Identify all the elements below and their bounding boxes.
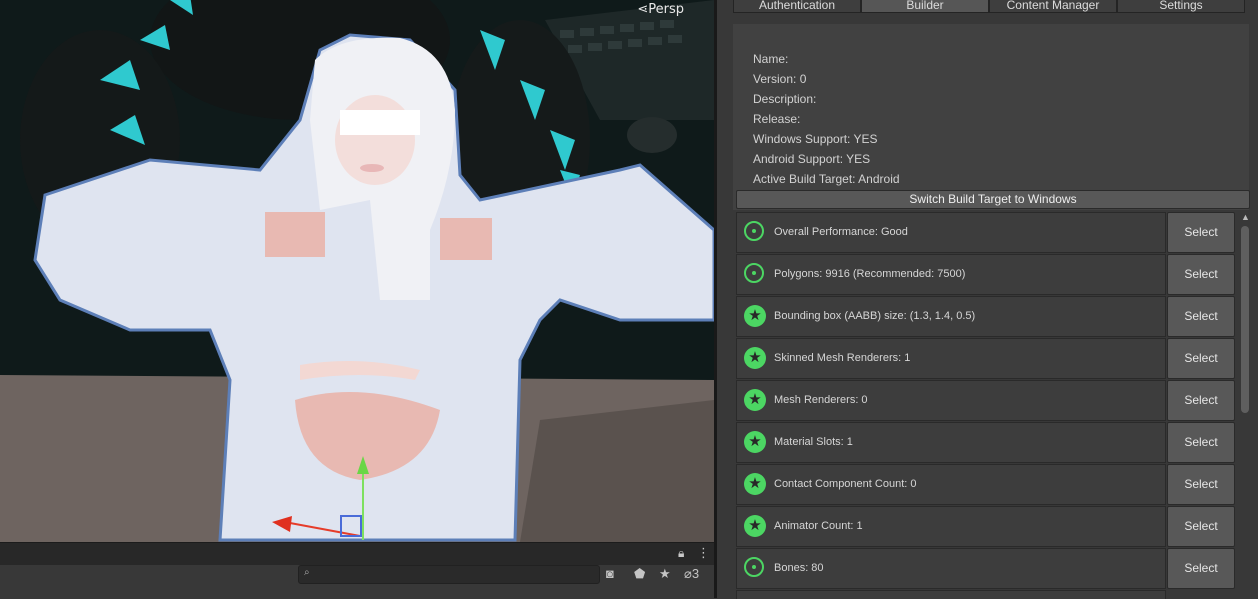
switch-build-target-button[interactable]: Switch Build Target to Windows bbox=[736, 190, 1250, 209]
performance-row: Polygons: 9916 (Recommended: 7500) bbox=[736, 254, 1166, 295]
info-name: Name: bbox=[753, 52, 789, 66]
scene-render bbox=[0, 0, 714, 542]
sdk-control-panel: Authentication Builder Content Manager S… bbox=[717, 0, 1258, 599]
avatar-info-box: Name: Version: 0 Description: Release: W… bbox=[733, 24, 1249, 210]
good-ring-icon bbox=[744, 557, 764, 577]
hierarchy-search[interactable]: ⌕ bbox=[298, 565, 600, 584]
hierarchy-toolbar: 🔒︎ ⋮ bbox=[0, 542, 714, 565]
performance-row-label: Bones: 80 bbox=[774, 562, 824, 574]
scene-view[interactable]: ⋖Persp bbox=[0, 0, 714, 542]
star-icon: ★ bbox=[744, 473, 766, 495]
tab-authentication[interactable]: Authentication bbox=[733, 0, 861, 13]
lock-icon[interactable]: 🔒︎ bbox=[678, 546, 684, 561]
projection-label[interactable]: ⋖Persp bbox=[637, 2, 684, 17]
eye-slash-icon: ⌀ bbox=[684, 566, 692, 581]
favorite-star-icon[interactable]: ★ bbox=[659, 566, 671, 582]
hidden-count: 3 bbox=[691, 566, 700, 581]
performance-row: Bones: 80 bbox=[736, 548, 1166, 589]
performance-row: ★ Mesh Renderers: 0 bbox=[736, 380, 1166, 421]
scroll-up-arrow-icon[interactable]: ▲ bbox=[1241, 212, 1250, 222]
performance-row-label: Animator Count: 1 bbox=[774, 520, 863, 532]
tab-content-manager[interactable]: Content Manager bbox=[989, 0, 1117, 13]
select-button[interactable]: Select bbox=[1167, 548, 1235, 589]
select-button[interactable]: Select bbox=[1167, 212, 1235, 253]
performance-row-label: Contact Component Count: 0 bbox=[774, 478, 917, 490]
rows-scrollbar[interactable]: ▲ bbox=[1238, 212, 1252, 598]
select-button[interactable]: Select bbox=[1167, 506, 1235, 547]
tab-bar: Authentication Builder Content Manager S… bbox=[733, 0, 1245, 13]
select-button[interactable]: Select bbox=[1167, 380, 1235, 421]
performance-row: ★ Material Slots: 1 bbox=[736, 422, 1166, 463]
tab-builder[interactable]: Builder bbox=[861, 0, 989, 13]
label-tag-icon[interactable]: ⬟ bbox=[634, 566, 645, 582]
info-description: Description: bbox=[753, 92, 817, 106]
performance-row-label: Overall Performance: Good bbox=[774, 226, 908, 238]
good-ring-icon bbox=[744, 263, 764, 283]
tab-settings[interactable]: Settings bbox=[1117, 0, 1245, 13]
good-ring-icon bbox=[744, 221, 764, 241]
star-icon: ★ bbox=[744, 347, 766, 369]
filter-by-type-icon[interactable]: ◙ bbox=[606, 566, 614, 581]
hidden-objects-toggle[interactable]: ⌀3 bbox=[684, 566, 699, 582]
performance-row-label: Material Slots: 1 bbox=[774, 436, 853, 448]
scrollbar-thumb[interactable] bbox=[1241, 226, 1249, 413]
select-button[interactable]: Select bbox=[1167, 422, 1235, 463]
star-icon: ★ bbox=[744, 431, 766, 453]
kebab-menu-icon[interactable]: ⋮ bbox=[697, 545, 710, 561]
info-android-support: Android Support: YES bbox=[753, 152, 871, 166]
star-icon: ★ bbox=[744, 389, 766, 411]
info-release: Release: bbox=[753, 112, 801, 126]
star-icon: ★ bbox=[744, 515, 766, 537]
info-active-build-target: Active Build Target: Android bbox=[753, 172, 900, 186]
search-icon: ⌕ bbox=[304, 567, 310, 578]
select-button[interactable]: Select bbox=[1167, 338, 1235, 379]
performance-row: ★ Animator Count: 1 bbox=[736, 506, 1166, 547]
performance-row: ★ Skinned Mesh Renderers: 1 bbox=[736, 338, 1166, 379]
select-button[interactable]: Select bbox=[1167, 254, 1235, 295]
info-version: Version: 0 bbox=[753, 72, 807, 86]
select-button[interactable]: Select bbox=[1167, 296, 1235, 337]
performance-row-label: Mesh Renderers: 0 bbox=[774, 394, 868, 406]
performance-row-label: Bounding box (AABB) size: (1.3, 1.4, 0.5… bbox=[774, 310, 976, 322]
info-windows-support: Windows Support: YES bbox=[753, 132, 878, 146]
performance-row: Overall Performance: Good bbox=[736, 212, 1166, 253]
star-icon: ★ bbox=[744, 305, 766, 327]
performance-row-label: Polygons: 9916 (Recommended: 7500) bbox=[774, 268, 966, 280]
performance-row: ★ Bounding box (AABB) size: (1.3, 1.4, 0… bbox=[736, 296, 1166, 337]
performance-row: ★ Contact Component Count: 0 bbox=[736, 464, 1166, 505]
search-input[interactable] bbox=[317, 566, 596, 583]
hierarchy-panel: 🔒︎ ⋮ ⌕ ◙ ⬟ ★ ⌀3 bbox=[0, 542, 714, 598]
select-button[interactable]: Select bbox=[1167, 464, 1235, 505]
performance-row-label: Skinned Mesh Renderers: 1 bbox=[774, 352, 911, 364]
